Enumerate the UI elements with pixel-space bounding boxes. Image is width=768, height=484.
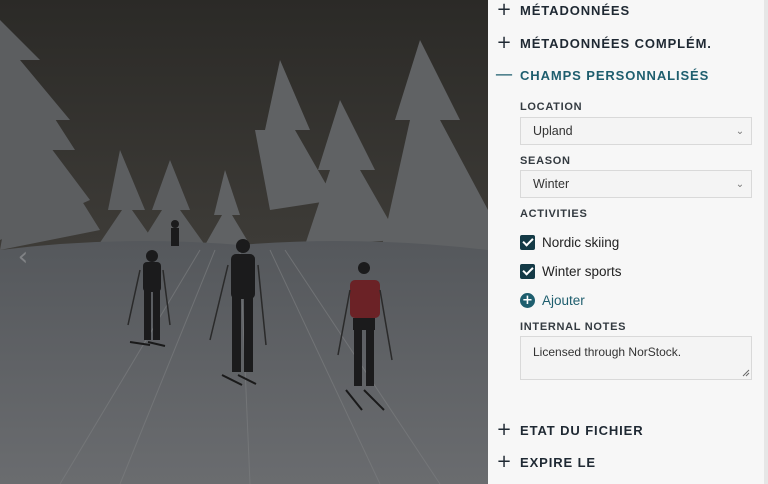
metadata-panel: + MÉTADONNÉES + MÉTADONNÉES COMPLÉM. — C… [488, 0, 768, 484]
internal-notes-label: INTERNAL NOTES [520, 321, 627, 333]
checkbox-checked-icon[interactable] [520, 263, 535, 279]
location-label: LOCATION [520, 101, 583, 113]
expand-icon: + [496, 32, 512, 53]
expand-icon: + [496, 419, 512, 440]
image-viewer: ‹ [0, 0, 488, 484]
section-file-status[interactable]: + ETAT DU FICHIER [488, 418, 764, 442]
previous-image-button[interactable]: ‹ [12, 240, 34, 274]
plus-circle-icon: + [520, 292, 535, 308]
activity-checkbox-winter-sports[interactable]: Winter sports [520, 262, 622, 280]
chevron-down-icon: ⌄ [735, 125, 745, 137]
location-value: Upland [533, 124, 573, 138]
checkbox-checked-icon[interactable] [520, 234, 535, 250]
section-title: ETAT DU FICHIER [520, 422, 644, 438]
section-custom-fields[interactable]: — CHAMPS PERSONNALISÉS [488, 63, 764, 87]
expand-icon: + [496, 0, 512, 20]
section-title: MÉTADONNÉES [520, 2, 631, 18]
activity-checkbox-nordic-skiing[interactable]: Nordic skiing [520, 233, 619, 251]
chevron-down-icon: ⌄ [735, 178, 745, 190]
section-additional-metadata[interactable]: + MÉTADONNÉES COMPLÉM. [488, 31, 764, 55]
section-title: EXPIRE LE [520, 454, 597, 470]
season-select[interactable]: Winter ⌄ [520, 170, 752, 198]
activity-label: Winter sports [542, 263, 622, 279]
collapse-icon: — [495, 64, 513, 85]
season-value: Winter [533, 177, 570, 191]
add-activity-button[interactable]: + Ajouter [520, 291, 585, 309]
expand-icon: + [496, 451, 512, 472]
add-activity-label: Ajouter [542, 292, 585, 308]
activities-label: ACTIVITIES [520, 208, 588, 220]
section-metadata[interactable]: + MÉTADONNÉES [488, 0, 764, 22]
section-expiry[interactable]: + EXPIRE LE [488, 450, 764, 474]
location-select[interactable]: Upland ⌄ [520, 117, 752, 145]
section-title: CHAMPS PERSONNALISÉS [520, 67, 710, 83]
internal-notes-field[interactable]: Licensed through NorStock. [520, 336, 752, 380]
resize-grip-icon[interactable] [742, 369, 750, 377]
activity-label: Nordic skiing [542, 234, 620, 250]
preview-image [0, 0, 488, 484]
season-label: SEASON [520, 155, 571, 167]
section-title: MÉTADONNÉES COMPLÉM. [520, 35, 712, 51]
